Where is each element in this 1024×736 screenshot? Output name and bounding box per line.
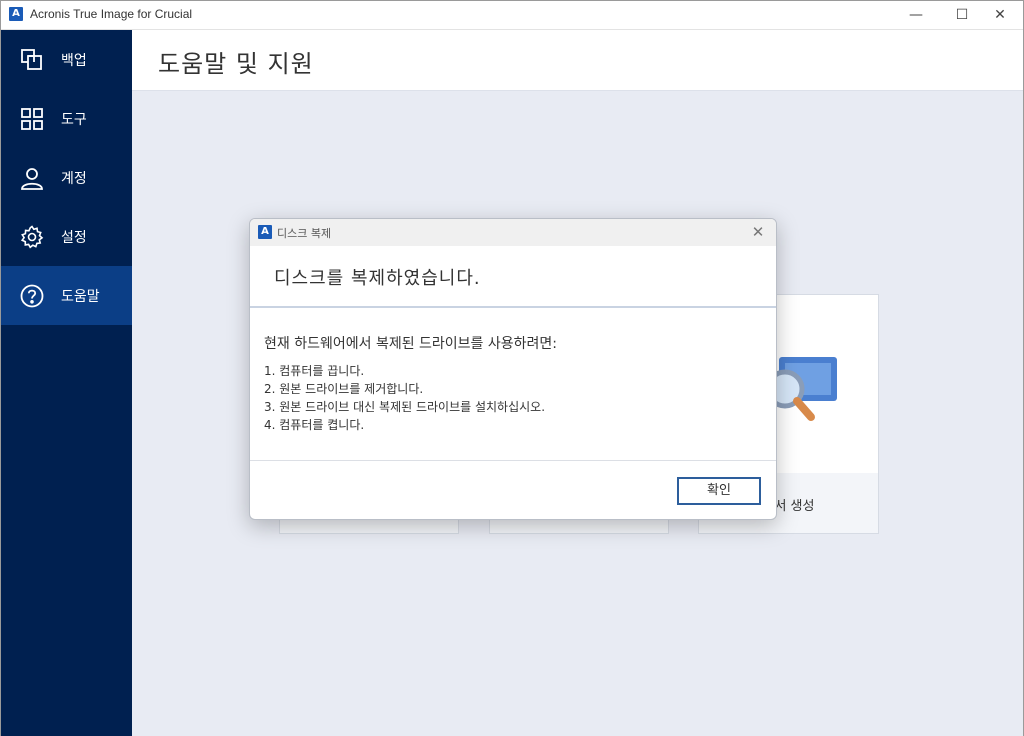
- sidebar-item-label: 계정: [61, 170, 87, 187]
- main-header: 도움말 및 지원: [132, 30, 1023, 91]
- ok-button[interactable]: 확인: [677, 477, 761, 505]
- title-bar[interactable]: A Acronis True Image for Crucial — ☐ ✕: [1, 1, 1023, 30]
- list-item: 1. 컴퓨터를 끕니다.: [264, 364, 365, 378]
- app-window: A Acronis True Image for Crucial — ☐ ✕ 백…: [0, 0, 1024, 736]
- gear-icon: [20, 224, 44, 249]
- sidebar-item-tools[interactable]: 도구: [1, 89, 132, 148]
- list-item: 2. 원본 드라이브를 제거합니다.: [264, 382, 424, 396]
- list-item: 4. 컴퓨터를 켭니다.: [264, 418, 365, 432]
- dialog-heading: 디스크를 복제하였습니다.: [274, 268, 481, 289]
- dialog-title-bar[interactable]: A 디스크 복제 ✕: [250, 219, 776, 246]
- account-icon: [21, 167, 43, 190]
- acronis-logo-icon: A: [9, 7, 23, 21]
- sidebar-item-label: 도움말: [61, 288, 100, 305]
- sidebar-item-settings[interactable]: 설정: [1, 207, 132, 266]
- acronis-logo-icon: A: [258, 225, 272, 239]
- close-window-button[interactable]: ✕: [977, 1, 1023, 29]
- sidebar-item-backup[interactable]: 백업: [1, 30, 132, 89]
- dialog-footer: 확인: [250, 460, 776, 519]
- dialog-steps-list: 1. 컴퓨터를 끕니다. 2. 원본 드라이브를 제거합니다. 3. 원본 드라…: [264, 362, 545, 434]
- dialog-body: 현재 하드웨어에서 복제된 드라이브를 사용하려면: 1. 컴퓨터를 끕니다. …: [250, 308, 776, 460]
- sidebar-item-label: 도구: [61, 111, 87, 128]
- dialog-intro-text: 현재 하드웨어에서 복제된 드라이브를 사용하려면:: [264, 336, 557, 352]
- sidebar-item-label: 설정: [61, 229, 87, 246]
- dialog-close-button[interactable]: ✕: [748, 222, 768, 242]
- minimize-button[interactable]: —: [893, 1, 939, 29]
- window-title: Acronis True Image for Crucial: [30, 7, 193, 21]
- sidebar-item-help[interactable]: 도움말: [1, 266, 132, 325]
- sidebar-item-account[interactable]: 계정: [1, 148, 132, 207]
- dialog-title: 디스크 복제: [277, 227, 332, 240]
- backup-icon: [21, 48, 42, 70]
- sidebar: 백업 도구 계정 설정 도움말: [1, 30, 132, 736]
- page-title: 도움말 및 지원: [158, 50, 314, 78]
- help-icon: [20, 284, 44, 307]
- list-item: 3. 원본 드라이브 대신 복제된 드라이브를 설치하십시오.: [264, 400, 546, 414]
- sidebar-item-label: 백업: [61, 52, 87, 69]
- tools-icon: [21, 107, 43, 130]
- dialog-header: 디스크를 복제하였습니다.: [250, 246, 776, 308]
- clone-disk-dialog: A 디스크 복제 ✕ 디스크를 복제하였습니다. 현재 하드웨어에서 복제된 드…: [249, 218, 777, 520]
